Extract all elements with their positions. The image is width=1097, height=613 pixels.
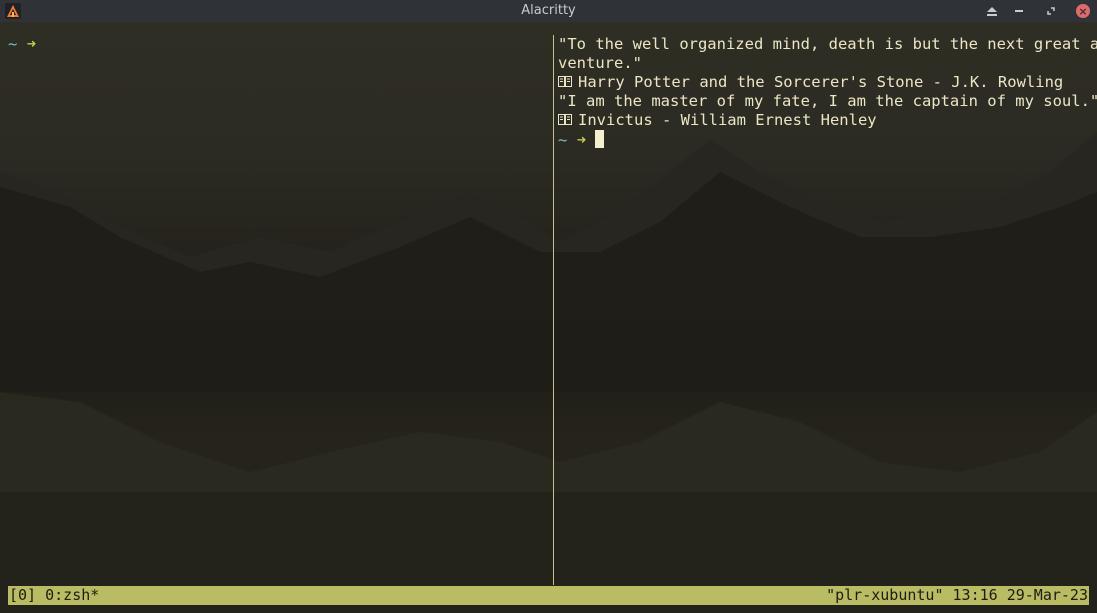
maximize-icon[interactable] [1043, 3, 1059, 19]
shade-icon[interactable] [984, 3, 1000, 19]
terminal-cursor [595, 130, 605, 148]
prompt-tilde: ~ [558, 131, 568, 149]
quote1-source: Harry Potter and the Sorcerer's Stone - … [578, 73, 1064, 91]
close-button[interactable]: × [1075, 3, 1091, 19]
quote2-source-line: Invictus - William Ernest Henley [558, 111, 877, 130]
minimize-icon[interactable] [1011, 3, 1027, 19]
tmux-host-clock: "plr-xubuntu" 13:16 29-Mar-23 [826, 586, 1088, 604]
pane-divider[interactable] [553, 35, 554, 585]
quote2-source: Invictus - William Ernest Henley [578, 111, 877, 129]
tmux-status-bar: [0] 0:zsh* "plr-xubuntu" 13:16 29-Mar-23 [8, 586, 1089, 605]
window-title: Alacritty [521, 3, 576, 18]
prompt-arrow: ➜ [576, 131, 587, 149]
prompt-arrow: ➜ [26, 35, 37, 53]
quote2-line1: "I am the master of my fate, I am the ca… [558, 92, 1097, 110]
right-prompt[interactable]: ~ ➜ [558, 130, 605, 150]
prompt-tilde: ~ [8, 35, 18, 53]
quote1-line2: venture." [558, 54, 642, 72]
quote1-line1: "To the well organized mind, death is bu… [558, 35, 1097, 53]
window-titlebar[interactable]: Alacritty × [0, 0, 1097, 22]
tmux-window-list[interactable]: [0] 0:zsh* [9, 586, 99, 605]
book-icon [558, 114, 572, 125]
close-icon[interactable]: × [1076, 4, 1090, 18]
quote1-source-line: Harry Potter and the Sorcerer's Stone - … [558, 73, 1063, 92]
terminal-area[interactable]: ~ ➜ "To the well organized mind, death i… [0, 22, 1097, 613]
left-prompt[interactable]: ~ ➜ [8, 35, 36, 54]
book-icon [558, 76, 572, 87]
